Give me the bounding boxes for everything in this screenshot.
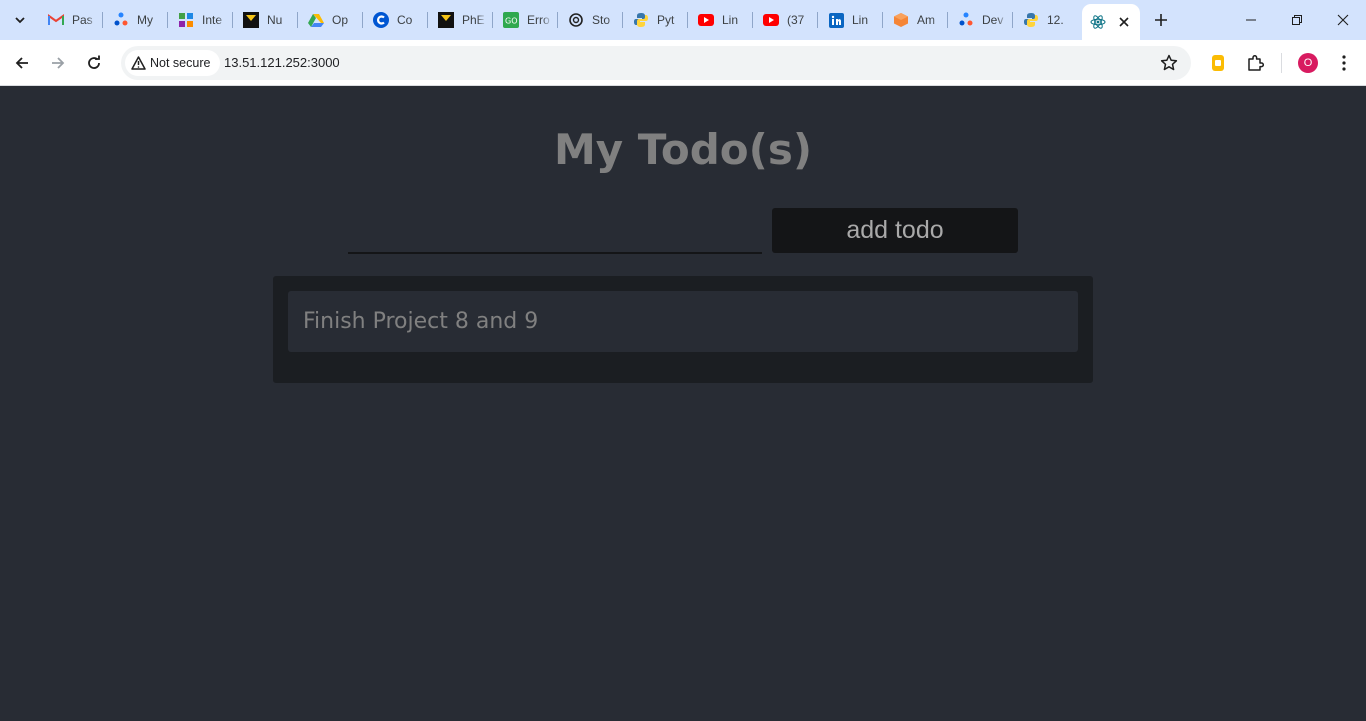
tab-strip: Pas My Inte Nu Op Co PhE GO Erro Sto Pyt… <box>0 0 1366 40</box>
tab-youtube[interactable]: Lin <box>688 6 753 34</box>
reload-icon <box>88 55 100 69</box>
python-icon <box>633 12 649 28</box>
go-icon: GO <box>503 12 519 28</box>
site-security-chip[interactable]: Not secure <box>125 50 221 76</box>
extension-keep-button[interactable] <box>1204 49 1232 77</box>
tab-title: Nu <box>267 13 283 27</box>
tab-title: Dev <box>982 13 1004 27</box>
chevron-down-icon <box>15 17 25 24</box>
tab-python[interactable]: Pyt <box>623 6 688 34</box>
coursera-icon <box>373 12 389 28</box>
tab-title: Sto <box>592 13 611 27</box>
tab-openai[interactable]: Sto <box>558 6 623 34</box>
tab-title: (37 <box>787 13 805 27</box>
react-icon <box>1090 14 1106 30</box>
tab-title: Pas <box>72 13 93 27</box>
tab-title: Erro <box>527 13 550 27</box>
tab-title: Op <box>332 13 349 27</box>
tab-title: Lin <box>852 13 869 27</box>
todo-input[interactable] <box>348 208 762 254</box>
tab-youtube-2[interactable]: (37 <box>753 6 818 34</box>
python-icon <box>1023 12 1039 28</box>
tab-title: PhE <box>462 13 485 27</box>
close-window-button[interactable] <box>1320 0 1366 40</box>
aws-icon <box>893 12 909 28</box>
tab-title: Co <box>397 13 413 27</box>
tab-pnet-2[interactable]: PhE <box>428 6 493 34</box>
svg-text:GO: GO <box>505 17 518 26</box>
tab-coursera[interactable]: Co <box>363 6 428 34</box>
grid-app-icon <box>178 12 194 28</box>
more-vertical-icon <box>1342 55 1346 71</box>
minimize-button[interactable] <box>1228 0 1274 40</box>
close-icon <box>1337 14 1349 26</box>
tab-python-2[interactable]: 12. <box>1013 6 1078 34</box>
jira-icon <box>113 12 129 28</box>
star-icon <box>1160 54 1178 71</box>
gmail-icon <box>48 12 64 28</box>
pnet-icon <box>438 12 454 28</box>
profile-avatar[interactable]: O <box>1298 53 1318 73</box>
puzzle-icon <box>1248 54 1264 71</box>
tab-grid-app[interactable]: Inte <box>168 6 233 34</box>
arrow-left-icon <box>15 57 28 69</box>
tab-gmail[interactable]: Pas <box>38 6 103 34</box>
tab-go[interactable]: GO Erro <box>493 6 558 34</box>
tab-title: Lin <box>722 13 739 27</box>
page-title: My Todo(s) <box>553 125 813 174</box>
arrow-right-icon <box>52 57 65 69</box>
tab-jira-2[interactable]: Dev <box>948 6 1013 34</box>
tab-pnet[interactable]: Nu <box>233 6 298 34</box>
url-text[interactable]: 13.51.121.252:3000 <box>224 55 340 70</box>
bookmark-button[interactable] <box>1157 51 1181 75</box>
toolbar-divider <box>1281 53 1282 73</box>
address-bar[interactable]: Not secure 13.51.121.252:3000 <box>121 46 1191 80</box>
tab-title: 12. <box>1047 13 1064 27</box>
todo-item[interactable]: Finish Project 8 and 9 <box>288 291 1078 352</box>
browser-menu-button[interactable] <box>1330 49 1358 77</box>
pnet-icon <box>243 12 259 28</box>
youtube-icon <box>698 12 714 28</box>
tab-active-react[interactable] <box>1082 4 1140 40</box>
tab-google-drive[interactable]: Op <box>298 6 363 34</box>
new-tab-button[interactable] <box>1150 9 1172 31</box>
close-icon <box>1119 17 1129 27</box>
browser-toolbar: Not secure 13.51.121.252:3000 O <box>0 40 1366 86</box>
note-extension-icon <box>1212 55 1224 71</box>
minimize-icon <box>1246 19 1256 21</box>
tab-title: Inte <box>202 13 223 27</box>
restore-button[interactable] <box>1274 0 1320 40</box>
restore-icon <box>1292 15 1302 25</box>
warning-icon <box>131 56 146 70</box>
google-drive-icon <box>308 12 324 28</box>
tab-jira[interactable]: My <box>103 6 168 34</box>
add-todo-button[interactable]: add todo <box>772 208 1018 253</box>
close-tab-button[interactable] <box>1116 14 1132 30</box>
openai-icon <box>568 12 584 28</box>
tab-title: Pyt <box>657 13 675 27</box>
back-button[interactable] <box>6 47 38 79</box>
youtube-icon <box>763 12 779 28</box>
todo-app: My Todo(s) add todo Finish Project 8 and… <box>0 87 1366 721</box>
tab-search-button[interactable] <box>8 8 32 32</box>
tab-aws[interactable]: Am <box>883 6 948 34</box>
security-label: Not secure <box>150 56 211 70</box>
reload-button[interactable] <box>78 47 110 79</box>
todo-list: Finish Project 8 and 9 <box>273 276 1093 383</box>
tab-title: My <box>137 13 153 27</box>
tab-linkedin[interactable]: Lin <box>818 6 883 34</box>
forward-button[interactable] <box>42 47 74 79</box>
plus-icon <box>1155 14 1167 26</box>
tab-title: Am <box>917 13 935 27</box>
linkedin-icon <box>828 12 844 28</box>
extensions-button[interactable] <box>1241 49 1269 77</box>
jira-icon <box>958 12 974 28</box>
